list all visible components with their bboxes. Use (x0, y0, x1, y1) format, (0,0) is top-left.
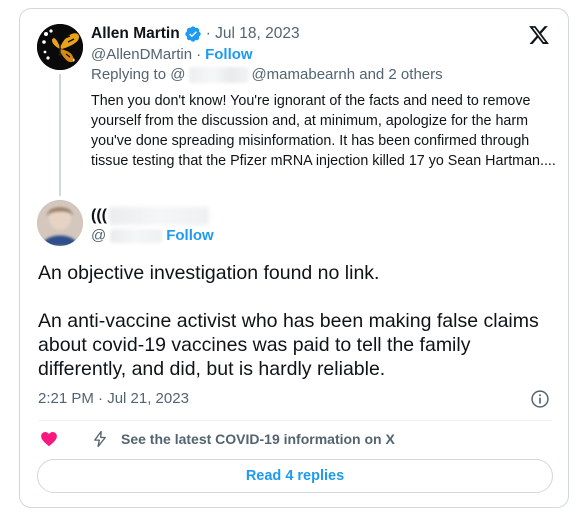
author-row: Allen Martin · Jul 18, 2023 (91, 24, 300, 44)
tweet-timestamp[interactable]: 2:21 PM · Jul 21, 2023 (38, 390, 189, 407)
x-logo-icon[interactable] (528, 24, 550, 46)
reply-paragraph: An anti-vaccine activist who has been ma… (38, 310, 539, 380)
avatar[interactable] (37, 24, 83, 70)
redacted-display-name (108, 207, 209, 225)
blurred-avatar-image (37, 200, 83, 246)
reply-author-row: ((( (91, 205, 209, 227)
divider (38, 420, 552, 421)
tweet-date[interactable]: · Jul 18, 2023 (206, 25, 300, 43)
avatar[interactable] (37, 200, 83, 246)
author-handle[interactable]: @AllenDMartin (91, 46, 192, 63)
author-display-name[interactable]: Allen Martin (91, 25, 180, 43)
info-icon[interactable] (530, 389, 550, 409)
replying-to-mentions[interactable]: @mamabearnh and 2 others (251, 66, 442, 83)
butterfly-avatar-image (37, 24, 83, 70)
replying-to-prefix: Replying to @ (91, 66, 186, 83)
reply-handle-row: @ Follow (91, 227, 214, 244)
read-replies-button[interactable]: Read 4 replies (37, 459, 553, 493)
separator-dot: · (196, 46, 202, 63)
reply-author-handle[interactable]: @ (91, 227, 106, 244)
reply-paragraph: An objective investigation found no link… (38, 262, 380, 284)
thread-connector-line (59, 74, 61, 196)
follow-button[interactable]: Follow (205, 46, 253, 63)
heart-icon[interactable] (40, 430, 58, 448)
reply-author-display-name[interactable]: ((( (91, 207, 107, 225)
verified-badge-icon (185, 26, 201, 42)
reply-tweet-text: An objective investigation found no link… (38, 261, 553, 381)
follow-button[interactable]: Follow (166, 227, 214, 244)
redacted-handle (110, 228, 163, 243)
replying-to-row: Replying to @ @mamabearnh and 2 others (91, 66, 443, 83)
covid-info-link[interactable]: See the latest COVID-19 information on X (121, 431, 395, 447)
redacted-handle (189, 66, 250, 83)
parent-tweet-text: Then you don't know! You're ignorant of … (91, 93, 556, 169)
lightning-bolt-icon (94, 430, 106, 448)
author-handle-row: @AllenDMartin · Follow (91, 46, 253, 63)
